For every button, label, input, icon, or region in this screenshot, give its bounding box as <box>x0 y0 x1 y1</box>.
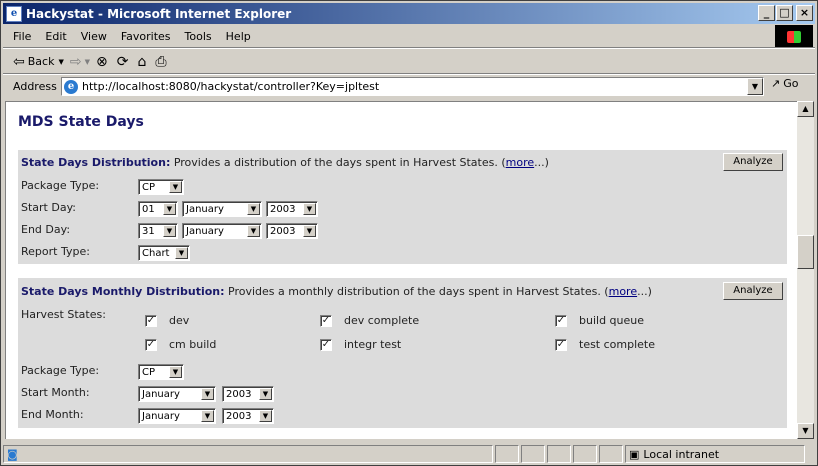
status-bar: ◙ ▣ Local intranet <box>3 444 815 464</box>
end-day-label: End Day: <box>21 223 71 236</box>
stop-icon: ⊗ <box>95 53 108 70</box>
panel2-more-link[interactable]: more <box>609 285 638 298</box>
zone-label: Local intranet <box>643 447 720 461</box>
forward-button[interactable]: ⇨ ▼ <box>70 54 90 70</box>
start-year-select[interactable]: 2003 ▼ <box>266 201 318 217</box>
state-days-distribution-panel: State Days Distribution: Provides a dist… <box>18 150 787 264</box>
home-button[interactable]: ⌂ <box>137 54 149 70</box>
menu-view[interactable]: View <box>81 30 107 43</box>
checkmark-icon: ✓ <box>320 338 332 351</box>
page-done-icon: ◙ <box>7 447 18 461</box>
report-type-label: Report Type: <box>21 245 90 258</box>
print-button[interactable]: ⎙ <box>155 54 169 70</box>
panel1-more-link[interactable]: more <box>506 156 535 169</box>
end-month-select-2[interactable]: January ▼ <box>138 408 216 424</box>
menu-file[interactable]: File <box>13 30 31 43</box>
end-month-select[interactable]: January ▼ <box>182 223 262 239</box>
home-icon: ⌂ <box>137 53 147 70</box>
start-day-label: Start Day: <box>21 201 76 214</box>
minimize-button[interactable]: _ <box>758 5 775 21</box>
checkbox-dev-complete[interactable]: ✓ dev complete <box>320 314 419 327</box>
refresh-button[interactable]: ⟳ <box>117 54 132 70</box>
window-title: Hackystat - Microsoft Internet Explorer <box>26 6 292 21</box>
close-button[interactable]: × <box>796 5 813 21</box>
checkbox-cm-build[interactable]: ✓ cm build <box>145 338 216 351</box>
address-bar: Address e http://localhost:8080/hackysta… <box>3 75 815 97</box>
page-icon: e <box>64 79 78 94</box>
package-type-label: Package Type: <box>21 179 100 192</box>
vertical-scrollbar[interactable]: ▲ ▼ <box>797 101 814 439</box>
checkmark-icon: ✓ <box>555 314 567 327</box>
go-button[interactable]: ↗ Go <box>771 77 798 90</box>
package-type-label-2: Package Type: <box>21 364 100 377</box>
toolbar: ⇦ Back ▼ ⇨ ▼ ⊗ ⟳ ⌂ ⎙ <box>3 49 815 74</box>
checkbox-integr-test[interactable]: ✓ integr test <box>320 338 401 351</box>
zone-panel: ▣ Local intranet <box>625 445 805 463</box>
title-bar: e Hackystat - Microsoft Internet Explore… <box>3 3 815 24</box>
maximize-button[interactable]: □ <box>776 5 793 21</box>
menu-bar: File Edit View Favorites Tools Help <box>3 26 773 46</box>
menu-edit[interactable]: Edit <box>45 30 66 43</box>
report-type-select[interactable]: Chart ▼ <box>138 245 190 261</box>
panel2-title: State Days Monthly Distribution: <box>21 285 225 298</box>
forward-arrow-icon: ⇨ <box>69 53 82 70</box>
address-url: http://localhost:8080/hackystat/controll… <box>82 80 380 93</box>
package-type-select-2[interactable]: CP ▼ <box>138 364 184 380</box>
windows-logo-icon <box>775 25 813 49</box>
printer-icon: ⎙ <box>155 53 167 70</box>
package-type-select[interactable]: CP ▼ <box>138 179 184 195</box>
menu-favorites[interactable]: Favorites <box>121 30 171 43</box>
checkmark-icon: ✓ <box>145 314 157 327</box>
back-arrow-icon: ⇦ <box>13 53 25 70</box>
ie-app-icon: e <box>6 5 22 22</box>
page-title: MDS State Days <box>18 114 144 130</box>
harvest-states-label: Harvest States: <box>21 308 106 321</box>
start-year-select-2[interactable]: 2003 ▼ <box>222 386 274 402</box>
status-panel-main: ◙ <box>3 445 493 463</box>
checkbox-build-queue[interactable]: ✓ build queue <box>555 314 644 327</box>
refresh-icon: ⟳ <box>116 53 129 70</box>
checkmark-icon: ✓ <box>320 314 332 327</box>
analyze-button-2[interactable]: Analyze <box>723 282 783 300</box>
analyze-button-1[interactable]: Analyze <box>723 153 783 171</box>
scroll-down-button[interactable]: ▼ <box>797 423 814 439</box>
page-content: MDS State Days State Days Distribution: … <box>5 101 797 439</box>
checkbox-test-complete[interactable]: ✓ test complete <box>555 338 655 351</box>
stop-button[interactable]: ⊗ <box>96 54 111 70</box>
address-dropdown-button[interactable]: ▼ <box>747 78 763 95</box>
start-month-label: Start Month: <box>21 386 90 399</box>
scroll-up-button[interactable]: ▲ <box>797 101 814 117</box>
end-year-select-2[interactable]: 2003 ▼ <box>222 408 274 424</box>
intranet-icon: ▣ <box>629 447 640 461</box>
browser-window: e Hackystat - Microsoft Internet Explore… <box>0 0 818 466</box>
state-days-monthly-distribution-panel: State Days Monthly Distribution: Provide… <box>18 278 787 428</box>
scroll-thumb[interactable] <box>797 235 814 269</box>
address-label: Address <box>13 79 57 93</box>
panel1-title: State Days Distribution: <box>21 156 171 169</box>
start-day-select[interactable]: 01 ▼ <box>138 201 178 217</box>
start-month-select-2[interactable]: January ▼ <box>138 386 216 402</box>
menu-help[interactable]: Help <box>226 30 251 43</box>
end-month-label: End Month: <box>21 408 84 421</box>
checkmark-icon: ✓ <box>555 338 567 351</box>
back-button[interactable]: ⇦ Back ▼ <box>13 54 64 70</box>
menu-tools[interactable]: Tools <box>185 30 212 43</box>
go-arrow-icon: ↗ <box>771 77 781 90</box>
address-input[interactable]: e http://localhost:8080/hackystat/contro… <box>61 77 764 96</box>
end-day-select[interactable]: 31 ▼ <box>138 223 178 239</box>
checkbox-dev[interactable]: ✓ dev <box>145 314 189 327</box>
start-month-select[interactable]: January ▼ <box>182 201 262 217</box>
checkmark-icon: ✓ <box>145 338 157 351</box>
end-year-select[interactable]: 2003 ▼ <box>266 223 318 239</box>
